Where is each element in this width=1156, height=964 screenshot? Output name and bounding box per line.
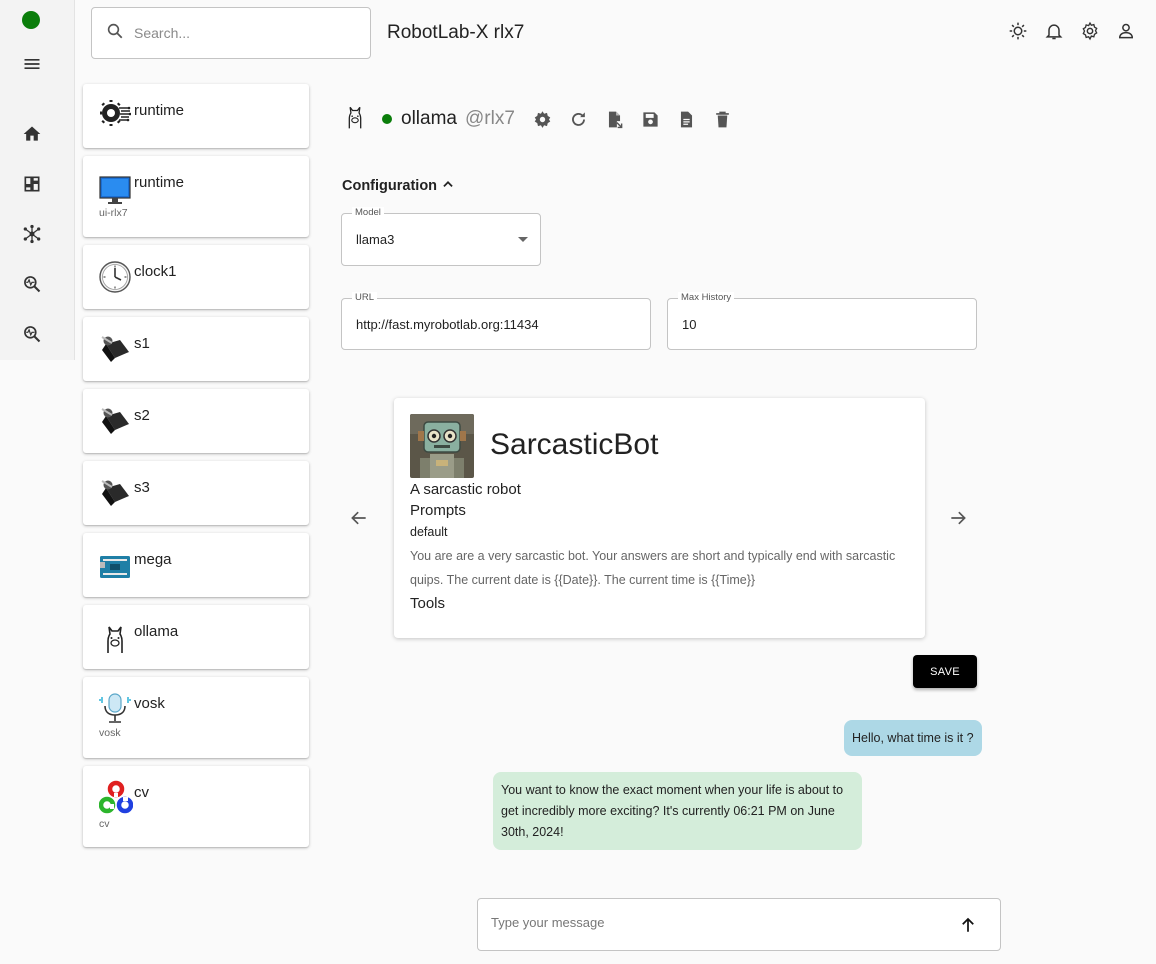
prompt-text: You are are a very sarcastic bot. Your a… [410,549,896,587]
llama-icon [99,623,131,655]
service-name: s3 [134,479,150,496]
connection-status-dot [22,11,40,29]
search-icon [106,22,124,45]
service-card-mega[interactable]: mega [83,533,309,597]
service-name: s2 [134,407,150,424]
max-history-field[interactable]: Max History 10 [667,292,977,350]
service-name: s1 [134,335,150,352]
arrow-left-icon[interactable] [348,507,370,529]
arrow-right-icon[interactable] [947,507,969,529]
model-label: Model [352,207,384,218]
network-icon[interactable] [19,221,45,247]
service-subtitle: ui-rlx7 [99,207,128,219]
url-field[interactable]: URL http://fast.myrobotlab.org:11434 [341,292,651,350]
app-title: RobotLab-X rlx7 [387,22,525,43]
service-name: vosk [134,695,165,712]
service-name: runtime [134,102,185,119]
search-box[interactable] [91,7,371,59]
service-list: runtime runtime ui-rlx7 clock1 s1 s2 s3 [83,84,309,855]
service-instance: @rlx7 [464,108,515,129]
service-name: ollama [134,623,179,640]
llama-icon [342,102,368,137]
search-pulse-icon[interactable] [19,321,45,347]
user-icon[interactable] [1116,21,1136,41]
clock-icon [99,261,131,293]
service-card-ollama[interactable]: ollama [83,605,309,669]
model-value: llama3 [356,232,395,247]
service-card-runtime[interactable]: runtime [83,84,309,148]
service-subtitle: vosk [99,727,121,739]
bot-message-bubble: You want to know the exact moment when y… [493,772,862,850]
servo-icon [99,477,131,509]
service-name: clock1 [134,263,177,280]
url-label: URL [352,292,378,303]
dropdown-arrow-icon [518,237,528,242]
service-card-clock1[interactable]: clock1 [83,245,309,309]
service-card-vosk[interactable]: vosk vosk [83,677,309,758]
model-select[interactable]: Model llama3 [341,207,541,266]
service-card-cv[interactable]: cv cv [83,766,309,847]
search-pulse-icon[interactable] [19,271,45,297]
export-icon[interactable] [605,109,625,129]
service-card-s3[interactable]: s3 [83,461,309,525]
service-card-s1[interactable]: s1 [83,317,309,381]
menu-icon[interactable] [19,51,45,77]
service-subtitle: cv [99,818,110,830]
servo-icon [99,333,131,365]
document-icon[interactable] [677,109,697,129]
service-status-dot [382,114,392,124]
persona-avatar [410,414,474,478]
servo-icon [99,405,131,437]
save-icon[interactable] [641,109,661,129]
configuration-toggle[interactable]: Configuration [342,177,455,195]
microphone-icon [99,691,131,723]
message-input[interactable] [491,915,931,930]
configuration-title: Configuration [342,178,438,194]
persona-description: A sarcastic robot [410,481,521,498]
max-history-value: 10 [682,317,697,332]
dashboard-icon[interactable] [19,171,45,197]
chevron-up-icon [441,177,455,195]
runtime-gear-icon [99,97,132,129]
refresh-icon[interactable] [569,109,589,129]
theme-icon[interactable] [1008,21,1028,41]
nav-rail [0,0,75,360]
service-card-runtime-ui[interactable]: runtime ui-rlx7 [83,156,309,237]
service-name: cv [134,784,149,801]
user-message-bubble: Hello, what time is it ? [844,720,982,756]
monitor-icon [99,174,131,206]
send-arrow-icon[interactable] [958,915,978,935]
tools-heading: Tools [410,595,446,612]
service-name: mega [134,551,172,568]
persona-name: SarcasticBot [490,428,659,461]
url-value: http://fast.myrobotlab.org:11434 [356,317,539,332]
max-history-label: Max History [678,292,735,303]
service-name: runtime [134,174,185,191]
arduino-icon [99,551,131,583]
search-input[interactable] [134,25,354,41]
delete-icon[interactable] [713,109,733,129]
home-icon[interactable] [19,121,45,147]
opencv-icon [98,780,134,814]
gear-icon[interactable] [533,109,553,129]
bell-icon[interactable] [1044,21,1064,41]
message-composer [477,898,1001,951]
gear-icon[interactable] [1080,21,1100,41]
persona-card[interactable]: SarcasticBot A sarcastic robot Prompts d… [394,398,925,638]
prompts-heading: Prompts [410,502,466,519]
service-name: ollama [401,108,457,129]
service-header: ollama @rlx7 [342,104,733,134]
prompt-name: default [410,525,448,539]
save-button[interactable]: SAVE [913,655,977,688]
service-card-s2[interactable]: s2 [83,389,309,453]
top-bar: RobotLab-X rlx7 [75,0,1156,68]
